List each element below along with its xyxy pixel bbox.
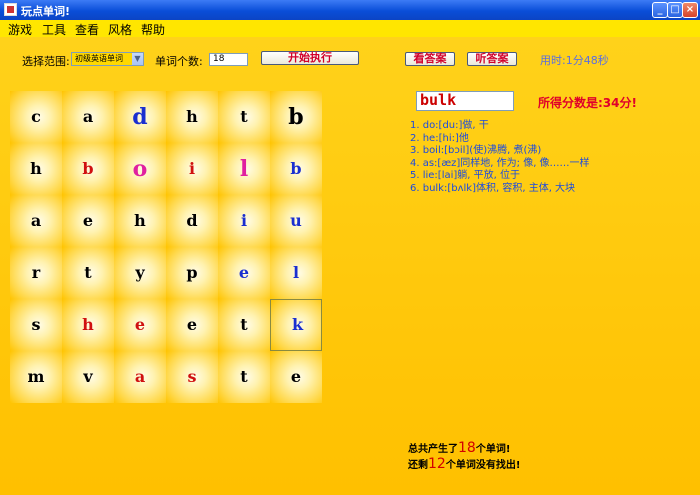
minimize-button[interactable]: _ [652,2,668,18]
letter-cell[interactable]: e [114,299,166,351]
summary-text: 还剩 [408,460,428,471]
letter-cell[interactable]: v [62,351,114,403]
view-answer-button[interactable]: 看答案 [405,52,455,66]
menu-bar: 游戏 工具 查看 风格 帮助 [0,20,700,37]
letter-cell[interactable]: t [62,247,114,299]
menu-help[interactable]: 帮助 [141,21,165,38]
menu-tools[interactable]: 工具 [42,21,66,38]
menu-game[interactable]: 游戏 [8,21,32,38]
range-select[interactable]: 初级英语单词 ▼ [71,52,144,66]
letter-cell[interactable]: e [62,195,114,247]
definition-item: 4. as:[æz]同样地, 作为; 像, 像……一样 [410,157,590,169]
close-button[interactable]: × [682,2,698,18]
listen-answer-button[interactable]: 听答案 [467,52,517,66]
menu-view[interactable]: 查看 [75,21,99,38]
definition-item: 6. bulk:[bʌlk]体积, 容积, 主体, 大块 [410,182,576,194]
word-count-input[interactable]: 18 [209,53,248,66]
letter-cell[interactable]: m [10,351,62,403]
letter-cell[interactable]: h [166,91,218,143]
definition-item: 1. do:[du:]做, 干 [410,120,489,131]
letter-cell[interactable]: t [218,351,270,403]
letter-cell[interactable]: o [114,143,166,195]
letter-cell[interactable]: e [218,247,270,299]
summary-text: 个单词! [475,444,511,455]
total-words-summary: 总共产生了18个单词! [408,440,510,456]
window-title: 玩点单词! [21,5,71,18]
current-word-field: bulk [416,91,514,111]
letter-cell[interactable]: r [10,247,62,299]
letter-cell[interactable]: t [218,299,270,351]
letter-cell[interactable]: l [218,143,270,195]
letter-cell[interactable]: i [166,143,218,195]
letter-cell[interactable]: h [62,299,114,351]
total-count: 18 [458,440,476,456]
definition-item: 2. he:[hi:]他 [410,132,469,144]
letter-cell[interactable]: l [270,247,322,299]
timer-display: 用时:1分48秒 [540,54,609,67]
letter-cell[interactable]: p [166,247,218,299]
letter-cell[interactable]: h [114,195,166,247]
letter-cell[interactable]: d [114,91,166,143]
letter-grid: cadhtbhboilbaehdiurtypelsheetkmvaste [10,91,322,403]
remaining-words-summary: 还剩12个单词没有找出! [408,456,520,472]
count-label: 单词个数: [155,55,203,68]
start-button[interactable]: 开始执行 [261,51,359,65]
word-definition-list: 1. do:[du:]做, 干 2. he:[hi:]他 3. boil:[bɔ… [410,120,590,195]
letter-cell[interactable]: b [270,143,322,195]
definition-item: 5. lie:[lai]躺, 平放, 位于 [410,170,520,181]
letter-cell[interactable]: c [10,91,62,143]
letter-cell[interactable]: a [62,91,114,143]
letter-cell[interactable]: b [62,143,114,195]
letter-cell[interactable]: h [10,143,62,195]
letter-cell[interactable]: e [270,351,322,403]
score-text: 所得分数是:34分! [538,96,637,110]
letter-cell[interactable]: y [114,247,166,299]
summary-text: 总共产生了 [408,444,458,455]
range-select-value: 初级英语单词 [75,54,123,63]
letter-cell[interactable]: b [270,91,322,143]
title-bar: 玩点单词! _ □ × [0,0,700,20]
menu-style[interactable]: 风格 [108,21,132,38]
letter-cell[interactable]: s [166,351,218,403]
letter-cell[interactable]: t [218,91,270,143]
chevron-down-icon[interactable]: ▼ [132,53,143,65]
summary-text: 个单词没有找出! [445,460,521,471]
range-label: 选择范围: [22,55,70,68]
remaining-count: 12 [428,456,446,472]
letter-cell[interactable]: a [10,195,62,247]
letter-cell[interactable]: s [10,299,62,351]
letter-cell[interactable]: i [218,195,270,247]
letter-cell[interactable]: k [270,299,322,351]
letter-cell[interactable]: u [270,195,322,247]
maximize-button[interactable]: □ [667,2,683,18]
app-icon [4,3,17,16]
letter-cell[interactable]: d [166,195,218,247]
definition-item: 3. boil:[bɔil](使)沸腾, 煮(沸) [410,145,542,156]
letter-cell[interactable]: e [166,299,218,351]
letter-cell[interactable]: a [114,351,166,403]
